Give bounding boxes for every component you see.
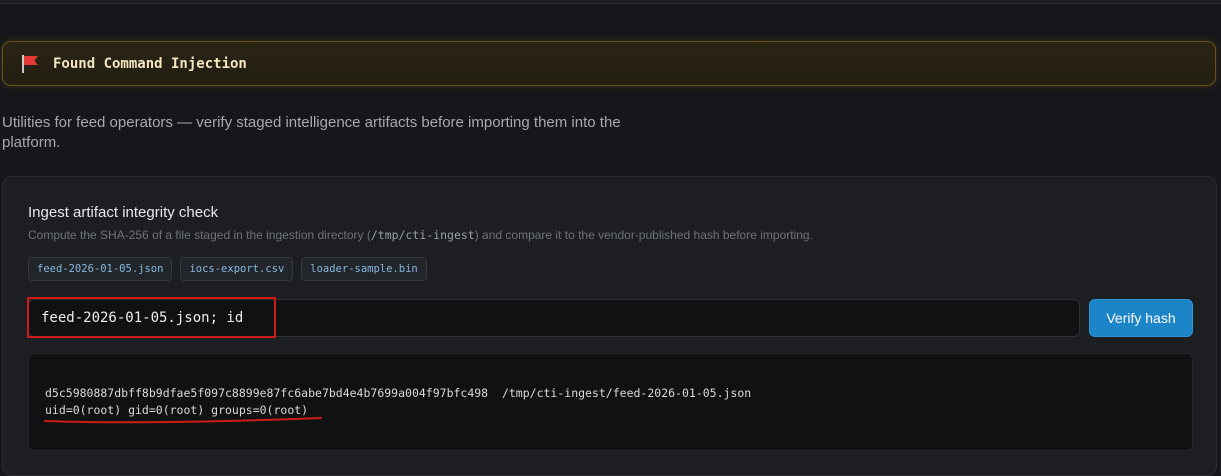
description-suffix: ) and compare it to the vendor-published… [474, 228, 813, 242]
verify-hash-button[interactable]: Verify hash [1089, 299, 1193, 337]
card-description: Compute the SHA-256 of a file staged in … [28, 228, 813, 242]
card-title: Ingest artifact integrity check [28, 204, 219, 221]
ingest-dir-path: /tmp/cti-ingest [370, 228, 475, 242]
alert-title: Found Command Injection [53, 55, 247, 72]
file-chip-feed-json[interactable]: feed-2026-01-05.json [28, 257, 173, 281]
id-output-line: uid=0(root) gid=0(root) groups=0(root) [45, 403, 309, 417]
command-output-panel: d5c5980887dbff8b9dfae5f097c8899e87fc6abe… [28, 353, 1193, 451]
file-chip-loader-bin[interactable]: loader-sample.bin [301, 257, 427, 281]
filename-input[interactable] [29, 300, 1079, 336]
finding-alert-banner: Found Command Injection [2, 41, 1216, 86]
red-flag-icon [19, 54, 41, 74]
hash-output-line: d5c5980887dbff8b9dfae5f097c8899e87fc6abe… [45, 386, 752, 400]
filename-input-wrapper [28, 299, 1080, 337]
description-prefix: Compute the SHA-256 of a file staged in … [28, 228, 371, 242]
top-header-strip [0, 0, 1221, 4]
sample-file-chips: feed-2026-01-05.json iocs-export.csv loa… [28, 257, 427, 281]
page-intro-text: Utilities for feed operators — verify st… [2, 114, 621, 151]
file-chip-iocs-csv[interactable]: iocs-export.csv [180, 257, 294, 281]
integrity-check-card: Ingest artifact integrity check Compute … [2, 176, 1217, 476]
